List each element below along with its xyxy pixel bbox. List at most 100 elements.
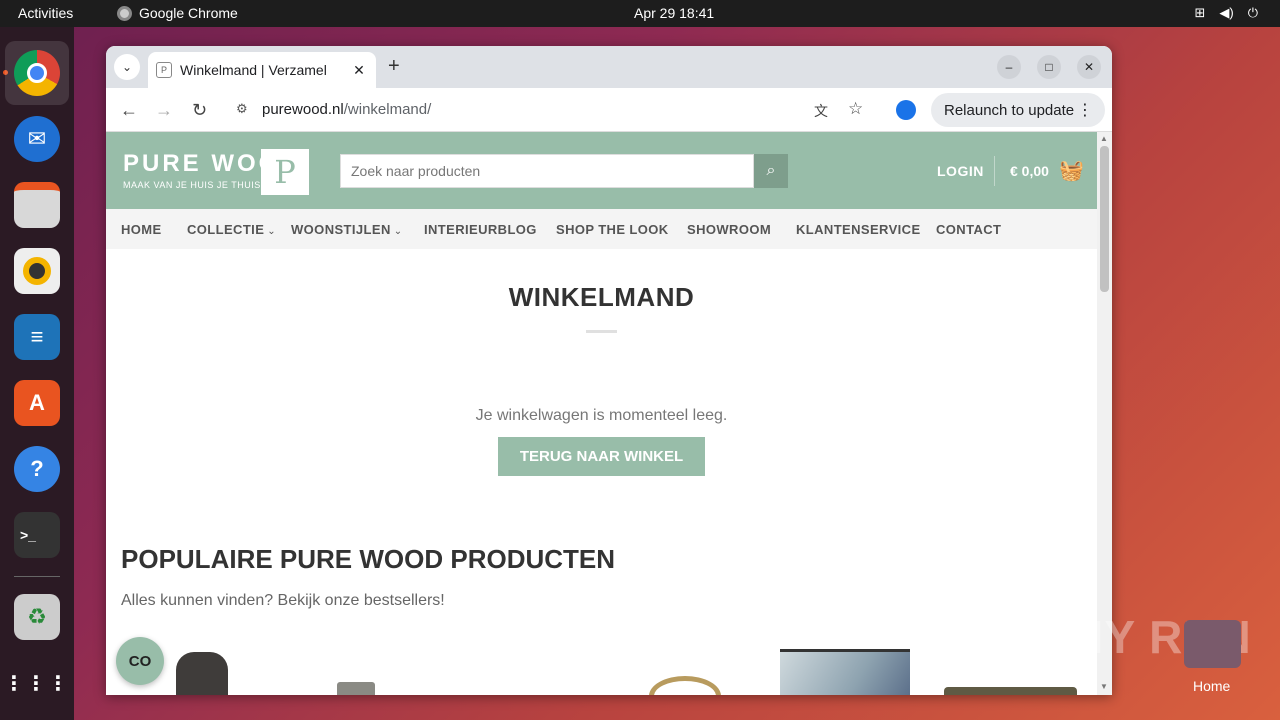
terminal-icon: >_ (14, 512, 60, 558)
page-viewport: PURE WOOD MAAK VAN JE HUIS JE THUIS P Zo… (106, 132, 1097, 695)
product-image-buddha[interactable] (176, 652, 228, 695)
dock-thunderbird[interactable]: ✉ (5, 107, 69, 171)
close-window-button[interactable]: ✕ (1077, 55, 1101, 79)
back-to-shop-button[interactable]: TERUG NAAR WINKEL (498, 437, 705, 476)
search-icon: ⌕ (766, 162, 776, 179)
minimize-button[interactable]: – (997, 55, 1021, 79)
more-options-icon[interactable]: ⋮ (1077, 100, 1093, 120)
dock-app-center[interactable]: A (5, 371, 69, 435)
cookie-icon: CO (128, 652, 152, 670)
grid-icon: ⋮⋮⋮ (4, 672, 70, 695)
chrome-icon (117, 5, 132, 21)
logo-mark-icon[interactable]: P (261, 149, 309, 195)
nav-interieurblog[interactable]: INTERIEURBLOG (424, 222, 537, 237)
nav-label: KLANTENSERVICE (796, 222, 921, 237)
translate-icon[interactable]: 文 (814, 101, 828, 121)
tab-winkelmand[interactable]: P Winkelmand | Verzamel ✕ (148, 52, 376, 88)
cart-total[interactable]: € 0,00 (1010, 163, 1049, 179)
dock-chrome[interactable] (5, 41, 69, 105)
nav-label: INTERIEURBLOG (424, 222, 537, 237)
bookmark-star-icon[interactable]: ☆ (848, 99, 863, 119)
tab-search-button[interactable]: ⌄ (114, 54, 140, 80)
app-menu[interactable]: Google Chrome (117, 5, 238, 21)
nav-home[interactable]: HOME (121, 222, 162, 237)
network-icon: ⊞ (1194, 5, 1206, 20)
close-icon: ✕ (1083, 60, 1095, 74)
nav-showroom[interactable]: SHOWROOM (687, 222, 771, 237)
product-image-cushion[interactable] (944, 687, 1077, 695)
rhythmbox-icon (14, 248, 60, 294)
close-icon[interactable]: ✕ (350, 62, 368, 79)
nav-label: CONTACT (936, 222, 1002, 237)
dock-writer[interactable]: ≡ (5, 305, 69, 369)
dock-trash[interactable]: ♻ (5, 585, 69, 649)
nav-contact[interactable]: CONTACT (936, 222, 1001, 237)
system-tray[interactable]: ⊞ ◀) ⏻ (1194, 5, 1258, 21)
search-button[interactable]: ⌕ (754, 154, 788, 188)
popular-products-subtitle: Alles kunnen vinden? Bekijk onze bestsel… (121, 592, 445, 609)
home-folder-icon[interactable] (1184, 620, 1241, 668)
chrome-icon (14, 50, 60, 96)
product-image-wall-hanging[interactable] (780, 649, 910, 695)
product-image-vase[interactable] (337, 682, 375, 695)
forward-arrow-icon[interactable]: → (155, 100, 173, 121)
login-link[interactable]: LOGIN (937, 163, 984, 179)
nav-woonstijlen[interactable]: WOONSTIJLEN ⌄ (291, 222, 403, 237)
dock-rhythmbox[interactable] (5, 239, 69, 303)
scroll-down-icon[interactable]: ▼ (1100, 682, 1108, 691)
nav-collectie[interactable]: COLLECTIE ⌄ (187, 222, 276, 237)
nav-label: SHOWROOM (687, 222, 772, 237)
address-bar[interactable]: ⚙ purewood.nl/winkelmand/ 文 ☆ (224, 93, 880, 127)
minimize-icon: – (1005, 60, 1013, 74)
dock-help[interactable]: ? (5, 437, 69, 501)
dock-files[interactable] (5, 173, 69, 237)
scroll-up-icon[interactable]: ▲ (1100, 134, 1108, 143)
dock-terminal[interactable]: >_ (5, 503, 69, 567)
app-center-icon: A (14, 380, 60, 426)
profile-avatar[interactable] (896, 100, 916, 120)
basket-icon[interactable]: 🧺 (1059, 158, 1084, 183)
activities-button[interactable]: Activities (18, 5, 73, 21)
relaunch-button[interactable]: Relaunch to update ⋮ (931, 93, 1105, 127)
cookie-settings-button[interactable]: CO (116, 637, 164, 685)
page-title: WINKELMAND (508, 282, 695, 312)
title-divider (586, 330, 617, 333)
chevron-down-icon: ⌄ (121, 60, 133, 74)
relaunch-label: Relaunch to update (944, 101, 1075, 119)
site-header: PURE WOOD MAAK VAN JE HUIS JE THUIS P Zo… (106, 132, 1097, 209)
clock[interactable]: Apr 29 18:41 (634, 5, 714, 21)
system-top-bar: Activities Google Chrome Apr 29 18:41 ⊞ … (0, 0, 1280, 27)
dock-separator (14, 576, 60, 577)
reload-icon[interactable]: ↻ (192, 100, 207, 121)
volume-icon: ◀) (1219, 5, 1234, 20)
nav-label: HOME (121, 222, 162, 237)
url-host: purewood.nl (262, 101, 344, 118)
app-name: Google Chrome (139, 5, 238, 21)
power-icon: ⏻ (1247, 5, 1258, 20)
dock-show-apps[interactable]: ⋮⋮⋮ (4, 651, 70, 715)
scrollbar-thumb[interactable] (1100, 146, 1109, 292)
dock: ✉ ≡ A ? >_ ♻ ⋮⋮⋮ (0, 27, 74, 720)
browser-toolbar: ← → ↻ ⚙ purewood.nl/winkelmand/ 文 ☆ Rela… (106, 88, 1112, 132)
site-info-icon[interactable]: ⚙ (236, 101, 248, 117)
nav-label: SHOP THE LOOK (556, 222, 669, 237)
back-arrow-icon[interactable]: ← (120, 100, 138, 121)
url-path: /winkelmand/ (343, 101, 432, 118)
nav-label: WOONSTIJLEN (291, 222, 391, 237)
empty-cart-message: Je winkelwagen is momenteel leeg. (475, 407, 728, 424)
main-navigation: HOME COLLECTIE ⌄ WOONSTIJLEN ⌄ INTERIEURBL… (106, 209, 1097, 249)
writer-icon: ≡ (14, 314, 60, 360)
maximize-button[interactable]: □ (1037, 55, 1061, 79)
nav-label: COLLECTIE (187, 222, 265, 237)
search-input[interactable]: Zoek naar producten (340, 154, 754, 188)
files-icon (14, 182, 60, 228)
site-favicon-icon: P (156, 62, 172, 78)
new-tab-button[interactable]: + (388, 55, 400, 78)
popular-products-title: POPULAIRE PURE WOOD PRODUCTEN (121, 544, 616, 574)
nav-klantenservice[interactable]: KLANTENSERVICE (796, 222, 921, 237)
tab-title: Winkelmand | Verzamel (180, 62, 327, 78)
tab-strip: ⌄ P Winkelmand | Verzamel ✕ + – □ ✕ (106, 46, 1112, 88)
product-image-mirror[interactable] (649, 676, 721, 695)
nav-shop-the-look[interactable]: SHOP THE LOOK (556, 222, 669, 237)
url-text: purewood.nl/winkelmand/ (262, 101, 431, 118)
